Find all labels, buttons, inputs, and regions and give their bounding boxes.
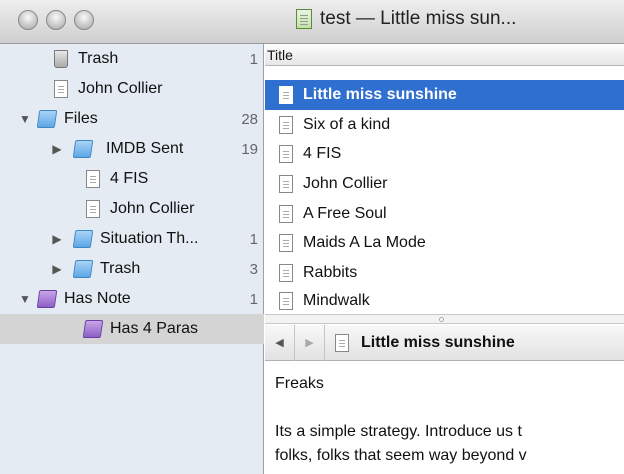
sidebar-item-label: 4 FIS: [110, 170, 149, 187]
smart-folder-icon: [82, 320, 104, 338]
list-item-title: Rabbits: [303, 264, 358, 281]
back-button[interactable]: ◀: [265, 324, 295, 361]
window-title: test — Little miss sun...: [320, 8, 517, 29]
sidebar-item-label: Trash: [100, 260, 141, 277]
close-window-button[interactable]: [18, 10, 38, 30]
sidebar-item-count: 19: [241, 140, 258, 158]
sidebar-item-count: 28: [241, 110, 258, 128]
sidebar-item-count: 1: [249, 230, 258, 248]
disclosure-triangle-expanded-icon[interactable]: ▼: [18, 292, 32, 306]
document-icon: [86, 200, 100, 218]
sidebar-item-john-collier-2[interactable]: John Collier: [0, 194, 264, 224]
list-item-title: Mindwalk: [303, 292, 370, 309]
document-icon: [86, 170, 100, 188]
sidebar-item-has-note[interactable]: ▼ Has Note 1: [0, 284, 264, 314]
smart-folder-icon: [36, 290, 58, 308]
document-icon: [279, 205, 293, 223]
document-icon: [279, 145, 293, 163]
window-title-wrap: test — Little miss sun...: [296, 8, 516, 30]
list-item-title: 4 FIS: [303, 145, 342, 162]
note-body[interactable]: Freaks Its a simple strategy. Introduce …: [275, 372, 624, 468]
list-item[interactable]: John Collier: [265, 169, 624, 199]
sidebar-item-files[interactable]: ▼ Files 28: [0, 104, 264, 134]
sidebar-item-count: 1: [249, 290, 258, 308]
document-icon: [279, 175, 293, 193]
list-item[interactable]: Maids A La Mode: [265, 228, 624, 258]
list-item[interactable]: 4 FIS: [265, 139, 624, 169]
list-item-title: Little miss sunshine: [303, 86, 457, 103]
sidebar-item-label: John Collier: [78, 80, 163, 97]
document-icon: [54, 80, 68, 98]
sidebar-item-label: Has Note: [64, 290, 131, 307]
folder-icon: [36, 110, 58, 128]
sidebar-item-label: Situation Th...: [100, 230, 199, 247]
document-icon: [296, 9, 312, 29]
sidebar-item-count: 1: [249, 50, 258, 68]
notes-pane: Title Little miss sunshine Six of a kind…: [265, 44, 624, 474]
zoom-window-button[interactable]: [74, 10, 94, 30]
note-line: folks, folks that seem way beyond v: [275, 447, 527, 464]
list-item-title: Maids A La Mode: [303, 234, 426, 251]
sidebar-item-john-collier[interactable]: John Collier: [0, 74, 264, 104]
list-item[interactable]: Little miss sunshine: [265, 80, 624, 110]
document-icon: [279, 264, 293, 282]
note-line: Freaks: [275, 375, 324, 392]
list-item[interactable]: Mindwalk: [265, 286, 624, 316]
sidebar-item-4-fis[interactable]: 4 FIS: [0, 164, 264, 194]
note-line: Its a simple strategy. Introduce us t: [275, 423, 522, 440]
sidebar-item-label: Files: [64, 110, 98, 127]
sidebar-item-has-4-paras[interactable]: Has 4 Paras: [0, 314, 264, 344]
folder-icon: [72, 260, 94, 278]
sidebar-item-trash[interactable]: Trash 1: [0, 44, 264, 74]
sidebar-item-trash-folder[interactable]: ▶ Trash 3: [0, 254, 264, 284]
pane-splitter[interactable]: [265, 314, 624, 324]
disclosure-triangle-collapsed-icon[interactable]: ▶: [50, 142, 64, 156]
splitter-handle-icon[interactable]: [439, 317, 444, 322]
document-icon: [279, 116, 293, 134]
document-icon: [335, 333, 349, 352]
disclosure-triangle-expanded-icon[interactable]: ▼: [18, 112, 32, 126]
disclosure-triangle-collapsed-icon[interactable]: ▶: [50, 232, 64, 246]
sidebar-item-situation[interactable]: ▶ Situation Th... 1: [0, 224, 264, 254]
sidebar-item-label: Has 4 Paras: [110, 320, 199, 337]
list-item[interactable]: Six of a kind: [265, 110, 624, 140]
sidebar-item-label: Trash: [78, 50, 119, 67]
document-icon: [279, 234, 293, 252]
list-item[interactable]: A Free Soul: [265, 199, 624, 229]
list-item-title: Six of a kind: [303, 116, 391, 133]
list-item-title: John Collier: [303, 175, 388, 192]
folder-icon: [72, 230, 94, 248]
minimize-window-button[interactable]: [46, 10, 66, 30]
sidebar-item-imdb-sent[interactable]: ▶ IMDB Sent 19: [0, 134, 264, 164]
window-titlebar: test — Little miss sun...: [0, 0, 624, 44]
current-note-title: Little miss sunshine: [361, 333, 515, 351]
note-navigation-bar: ◀ ▶ Little miss sunshine: [265, 324, 624, 361]
disclosure-triangle-collapsed-icon[interactable]: ▶: [50, 262, 64, 276]
document-icon: [279, 292, 293, 310]
list-item[interactable]: Rabbits: [265, 258, 624, 288]
trash-icon: [54, 50, 68, 68]
window-controls: [18, 10, 94, 30]
forward-button[interactable]: ▶: [295, 324, 325, 361]
list-item-title: A Free Soul: [303, 205, 387, 222]
column-header-title[interactable]: Title: [265, 44, 624, 66]
sidebar-item-label: John Collier: [110, 200, 195, 217]
sidebar-item-label: IMDB Sent: [106, 140, 184, 157]
sidebar-item-count: 3: [249, 260, 258, 278]
sidebar: Trash 1 John Collier ▼ Files 28 ▶ IMDB S…: [0, 44, 264, 474]
document-icon: [279, 86, 293, 104]
folder-icon: [72, 140, 94, 158]
